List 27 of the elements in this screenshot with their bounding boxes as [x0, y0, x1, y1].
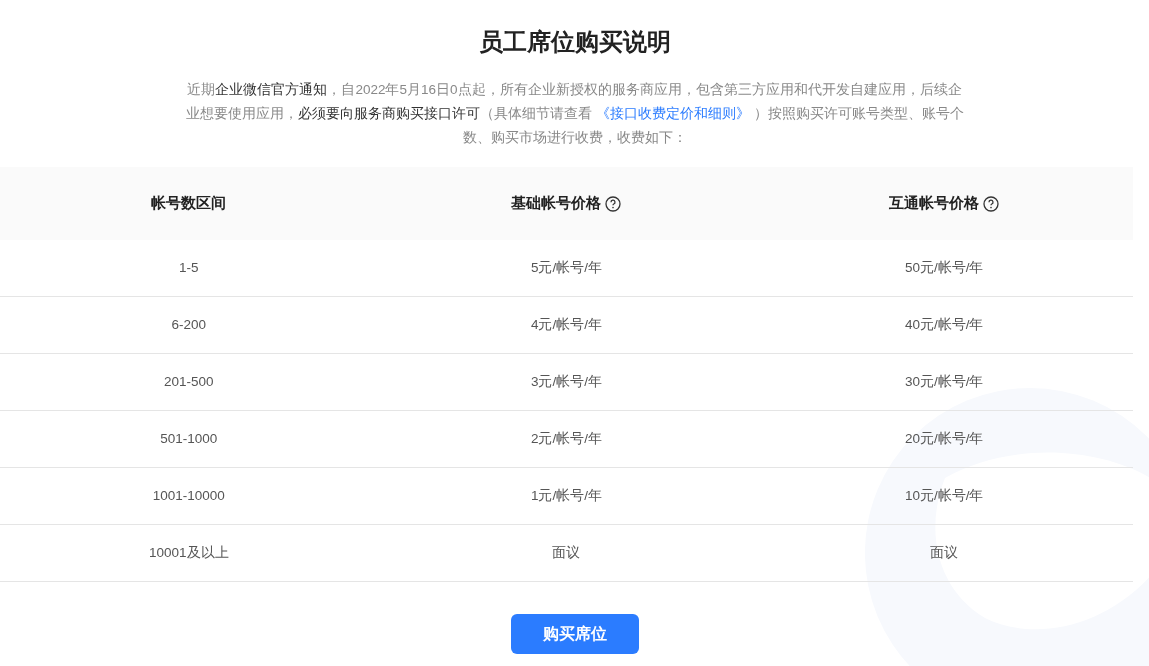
table-cell-text: 201-500 [164, 372, 214, 391]
table-cell-text: 1001-10000 [152, 486, 225, 505]
table-cell-text: 501-1000 [160, 429, 218, 448]
help-icon[interactable] [605, 195, 622, 212]
table-cell-text: 2元/帐号/年 [531, 429, 602, 448]
table-cell-text: 20元/帐号/年 [904, 429, 984, 448]
table-cell-text: 1-5 [179, 258, 199, 277]
table-cell-text: 4元/帐号/年 [531, 315, 602, 334]
intro-paragraph: 近期企业微信官方通知，自2022年5月16日0点起，所有企业新授权的服务商应用，包含第三方应用和代开发自建应用，后续企业想要使用应用，必须要向服务商购买接口许可（具体细节请查看 《接口收费定价和细则》 ）按照购买许可账号类型、账号个数、购买市场进行收费，收费如下： [184, 81, 965, 147]
table-cell-text: 30元/帐号/年 [904, 372, 984, 391]
column-header: 帐号数区间 [151, 193, 227, 214]
column-header: 互通帐号价格 [889, 193, 980, 214]
table-cell-text: 50元/帐号/年 [904, 258, 984, 277]
buy-seats-button[interactable]: 购买席位 [510, 614, 639, 654]
table-cell-text: 1元/帐号/年 [531, 486, 602, 505]
table-cell-text: 6-200 [171, 315, 207, 334]
table-cell-text: 10元/帐号/年 [904, 486, 984, 505]
column-header: 基础帐号价格 [511, 193, 602, 214]
page-title: 员工席位购买说明 [478, 27, 671, 57]
table-cell-text: 面议 [552, 543, 581, 562]
table-cell-text: 面议 [930, 543, 959, 562]
table-cell-text: 40元/帐号/年 [904, 315, 984, 334]
table-cell-text: 10001及以上 [149, 543, 229, 562]
pricing-rules-link[interactable]: 《接口收费定价和细则》 [595, 106, 750, 121]
table-cell-text: 3元/帐号/年 [531, 372, 602, 391]
help-icon[interactable] [983, 195, 1000, 212]
table-cell-text: 5元/帐号/年 [531, 258, 602, 277]
